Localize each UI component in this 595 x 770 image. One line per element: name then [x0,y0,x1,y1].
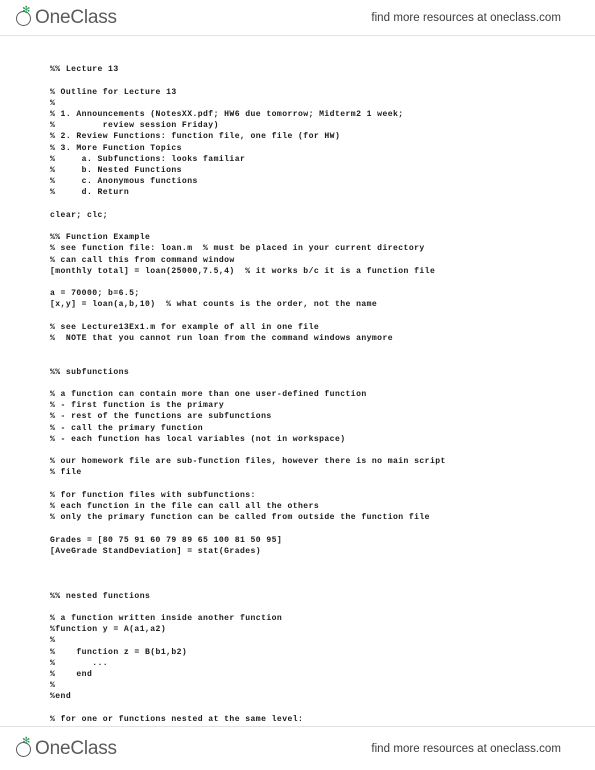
header-divider [0,35,595,36]
oneclass-logo-text: OneClass [35,6,117,28]
sprout-leaf-icon: ✻ [16,736,36,759]
page-header: ✻ OneClass find more resources at onecla… [0,0,595,35]
matlab-code-listing: %% Lecture 13 % Outline for Lecture 13 %… [50,65,446,724]
page-footer: ✻ OneClass find more resources at onecla… [0,727,595,770]
oneclass-logo-header[interactable]: ✻ OneClass [16,5,117,29]
oneclass-logo-footer[interactable]: ✻ OneClass [16,736,117,760]
document-body: %% Lecture 13 % Outline for Lecture 13 %… [0,44,595,724]
document-page: ✻ OneClass find more resources at onecla… [0,0,595,770]
oneclass-logo-text: OneClass [35,737,117,759]
header-promo-text: find more resources at oneclass.com [371,11,561,24]
footer-promo-text: find more resources at oneclass.com [371,742,561,755]
sprout-leaf-icon: ✻ [16,5,36,28]
